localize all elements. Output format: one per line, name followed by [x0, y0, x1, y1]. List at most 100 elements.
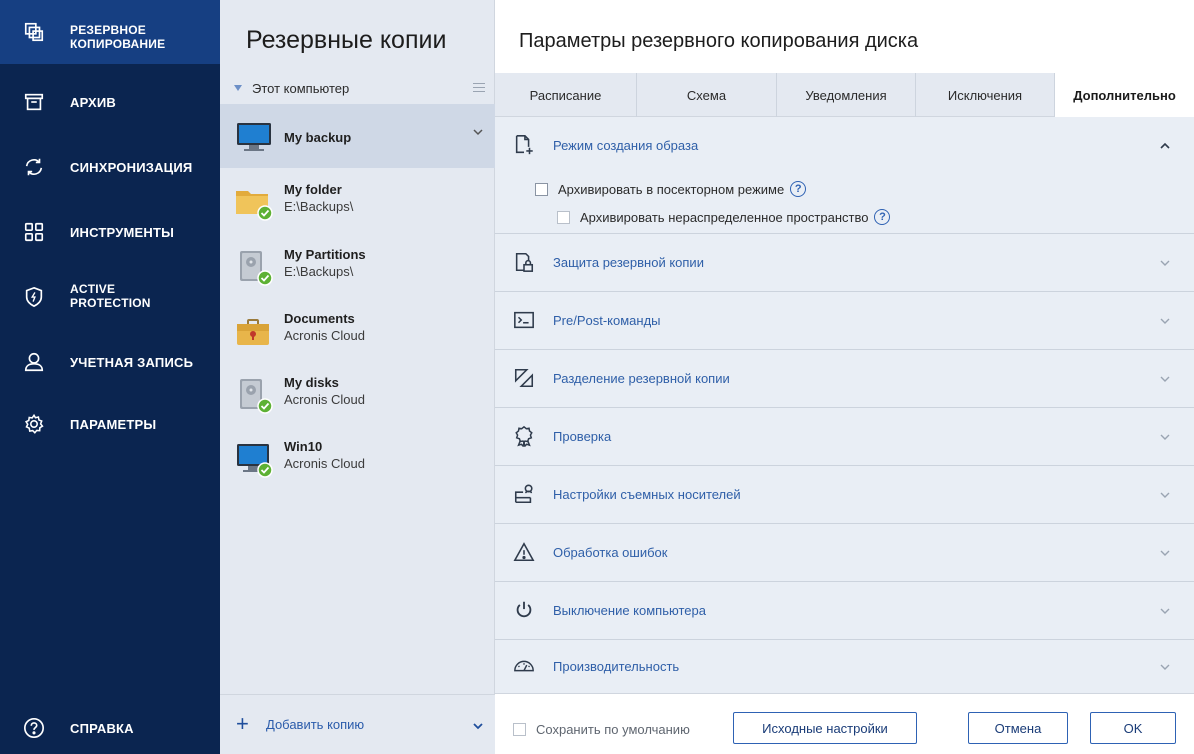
settings-panel: Параметры резервного копирования диска Р…: [495, 0, 1194, 754]
chevron-down-icon[interactable]: [1160, 548, 1170, 558]
disk-icon: [234, 247, 274, 287]
account-icon: [22, 350, 46, 374]
tab-advanced[interactable]: Дополнительно: [1055, 73, 1194, 118]
warning-icon: [513, 541, 537, 565]
backup-name: My folder: [284, 182, 342, 197]
cancel-button[interactable]: Отмена: [968, 712, 1068, 744]
nav-item-backup[interactable]: РЕЗЕРВНОЕ КОПИРОВАНИЕ: [0, 0, 220, 64]
unallocated-checkbox[interactable]: [557, 210, 570, 224]
nav-item-account[interactable]: УЧЕТНАЯ ЗАПИСЬ: [0, 330, 220, 394]
help-icon: [22, 716, 46, 740]
add-backup-button[interactable]: + Добавить копию: [220, 694, 495, 754]
backup-item-my-partitions[interactable]: My Partitions E:\Backups\: [220, 233, 495, 297]
chevron-down-icon[interactable]: [1160, 258, 1170, 268]
section-label: Защита резервной копии: [553, 255, 704, 270]
backup-location: E:\Backups\: [284, 199, 354, 214]
monitor-icon: [234, 439, 274, 479]
backup-item-win10[interactable]: Win10 Acronis Cloud: [220, 425, 495, 489]
backup-icon: [22, 20, 46, 44]
section-label: Настройки съемных носителей: [553, 487, 741, 502]
chevron-down-icon[interactable]: [1160, 662, 1170, 672]
section-performance[interactable]: Производительность: [495, 640, 1194, 693]
backup-item-documents[interactable]: Documents Acronis Cloud: [220, 297, 495, 361]
plus-icon: +: [236, 711, 249, 736]
nav-label: ИНСТРУМЕНТЫ: [70, 225, 175, 240]
nav-label: ACTIVE PROTECTION: [70, 282, 151, 310]
backup-item-my-disks[interactable]: My disks Acronis Cloud: [220, 361, 495, 425]
chevron-down-icon[interactable]: [473, 721, 483, 731]
option-sector-by-sector: Архивировать в посекторном режиме ?: [535, 181, 807, 197]
settings-title: Параметры резервного копирования диска: [519, 30, 919, 52]
power-icon: [513, 599, 537, 623]
sync-icon: [22, 155, 46, 179]
chevron-down-icon[interactable]: [1160, 316, 1170, 326]
tab-notifications[interactable]: Уведомления: [777, 73, 916, 117]
backup-list-title: Резервные копии: [246, 26, 447, 54]
backup-name: Win10: [284, 439, 323, 454]
help-icon[interactable]: ?: [790, 181, 807, 197]
split-icon: [513, 367, 537, 391]
backup-name: Documents: [284, 311, 355, 326]
backup-location: Acronis Cloud: [284, 456, 365, 471]
chevron-down-icon[interactable]: [1160, 432, 1170, 442]
tab-exclusions[interactable]: Исключения: [916, 73, 1055, 117]
sector-by-sector-checkbox[interactable]: [535, 182, 548, 196]
section-image-mode-header[interactable]: Режим создания образа: [495, 117, 1194, 175]
backup-item-my-backup[interactable]: My backup: [220, 104, 495, 168]
chevron-down-icon[interactable]: [1160, 490, 1170, 500]
nav-item-settings[interactable]: ПАРАМЕТРЫ: [0, 392, 220, 456]
section-image-mode: Режим создания образа Архивировать в пос…: [495, 117, 1194, 234]
sector-by-sector-label: Архивировать в посекторном режиме: [558, 181, 785, 197]
section-computer-shutdown[interactable]: Выключение компьютера: [495, 582, 1194, 640]
chevron-down-icon[interactable]: [1160, 374, 1170, 384]
disk-icon: [234, 375, 274, 415]
section-backup-splitting[interactable]: Разделение резервной копии: [495, 350, 1194, 408]
tab-scheme[interactable]: Схема: [637, 73, 777, 117]
save-default-checkbox[interactable]: [513, 723, 526, 736]
nav-label: СПРАВКА: [70, 721, 134, 736]
nav-item-archive[interactable]: АРХИВ: [0, 70, 220, 134]
shield-icon: [22, 285, 46, 309]
nav-label: РЕЗЕРВНОЕ КОПИРОВАНИЕ: [70, 23, 166, 51]
nav-item-sync[interactable]: СИНХРОНИЗАЦИЯ: [0, 135, 220, 199]
section-label: Pre/Post-команды: [553, 313, 661, 328]
backup-name: My Partitions: [284, 247, 366, 262]
briefcase-icon: [234, 311, 274, 351]
section-pre-post-commands[interactable]: Pre/Post-команды: [495, 292, 1194, 350]
section-validation[interactable]: Проверка: [495, 408, 1194, 466]
section-error-handling[interactable]: Обработка ошибок: [495, 524, 1194, 582]
advanced-sections: Режим создания образа Архивировать в пос…: [495, 117, 1194, 693]
chevron-up-icon[interactable]: [1160, 141, 1170, 151]
source-selector[interactable]: Этот компьютер: [220, 76, 495, 104]
save-default-label: Сохранить по умолчанию: [536, 722, 690, 737]
nav-item-tools[interactable]: ИНСТРУМЕНТЫ: [0, 200, 220, 264]
section-label: Режим создания образа: [553, 138, 699, 153]
help-icon[interactable]: ?: [874, 209, 891, 225]
hamburger-menu-icon[interactable]: [473, 83, 485, 95]
section-label: Обработка ошибок: [553, 545, 668, 560]
section-label: Выключение компьютера: [553, 603, 706, 618]
tools-icon: [22, 220, 46, 244]
gear-icon: [22, 412, 46, 436]
chevron-down-icon[interactable]: [1160, 606, 1170, 616]
chevron-down-icon[interactable]: [473, 127, 483, 137]
option-save-default: Сохранить по умолчанию: [513, 722, 690, 737]
tab-schedule[interactable]: Расписание: [495, 73, 637, 117]
add-backup-label: Добавить копию: [266, 717, 365, 732]
nav-item-active-protection[interactable]: ACTIVE PROTECTION: [0, 265, 220, 329]
nav-label: ПАРАМЕТРЫ: [70, 417, 157, 432]
backup-location: Acronis Cloud: [284, 392, 365, 407]
backup-item-my-folder[interactable]: My folder E:\Backups\: [220, 168, 495, 232]
section-backup-protection[interactable]: Защита резервной копии: [495, 234, 1194, 292]
section-removable-media[interactable]: Настройки съемных носителей: [495, 466, 1194, 524]
ok-button[interactable]: OK: [1090, 712, 1176, 744]
option-unallocated: Архивировать нераспределенное пространст…: [557, 209, 891, 225]
section-label: Производительность: [553, 659, 680, 674]
backup-name: My disks: [284, 375, 339, 390]
reset-defaults-button[interactable]: Исходные настройки: [733, 712, 917, 744]
section-label: Разделение резервной копии: [553, 371, 730, 386]
nav-item-help[interactable]: СПРАВКА: [0, 696, 220, 754]
folder-icon: [234, 182, 274, 222]
archive-icon: [22, 90, 46, 114]
section-label: Проверка: [553, 429, 612, 444]
